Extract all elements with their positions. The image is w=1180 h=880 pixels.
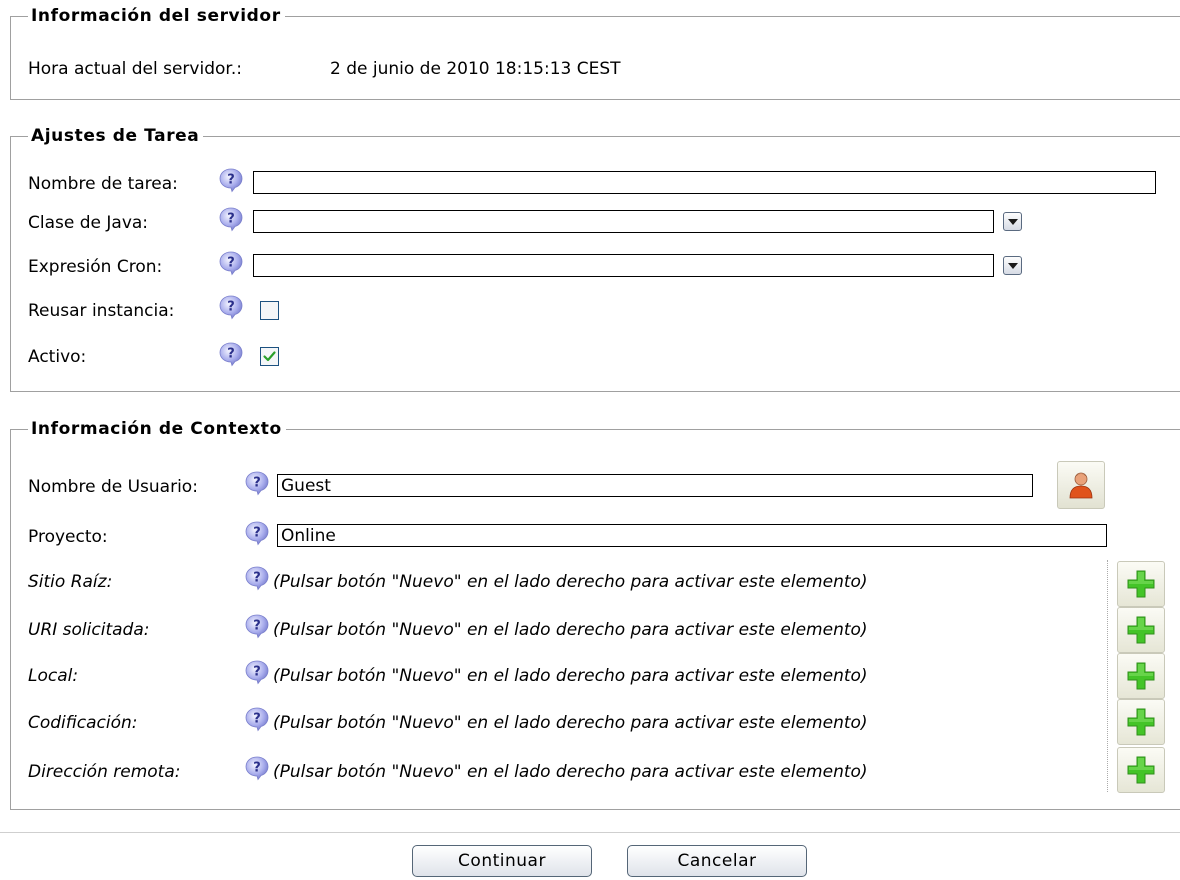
locale-label: Local:	[28, 666, 79, 686]
plus-icon	[1126, 707, 1156, 737]
add-encoding-button[interactable]	[1117, 699, 1165, 745]
root-site-label: Sitio Raíz:	[28, 572, 113, 592]
add-remote-address-button[interactable]	[1117, 747, 1165, 793]
requested-uri-label: URI solicitada:	[28, 620, 150, 640]
select-user-button[interactable]	[1057, 461, 1105, 509]
java-class-dropdown-button[interactable]	[1003, 212, 1022, 231]
locale-hint: (Pulsar botón "Nuevo" en el lado derecho…	[273, 666, 868, 686]
java-class-input[interactable]	[253, 210, 994, 233]
task-settings-legend: Ajustes de Tarea	[20, 125, 204, 147]
task-name-label: Nombre de tarea:	[28, 174, 178, 194]
username-label: Nombre de Usuario:	[28, 477, 198, 497]
help-icon[interactable]	[244, 659, 270, 685]
cron-expression-label: Expresión Cron:	[28, 257, 163, 277]
check-icon	[263, 351, 276, 362]
help-icon[interactable]	[244, 470, 270, 496]
project-input[interactable]	[277, 524, 1107, 547]
requested-uri-hint: (Pulsar botón "Nuevo" en el lado derecho…	[273, 620, 868, 640]
help-icon[interactable]	[244, 565, 270, 591]
user-icon	[1069, 472, 1093, 499]
cron-dropdown-button[interactable]	[1003, 256, 1022, 275]
encoding-hint: (Pulsar botón "Nuevo" en el lado derecho…	[273, 713, 868, 733]
username-input[interactable]	[277, 474, 1033, 497]
cancel-button[interactable]: Cancelar	[627, 845, 807, 877]
active-checkbox[interactable]	[260, 347, 279, 366]
active-label: Activo:	[28, 347, 87, 367]
root-site-hint: (Pulsar botón "Nuevo" en el lado derecho…	[273, 572, 868, 592]
project-label: Proyecto:	[28, 527, 108, 547]
server-time-label: Hora actual del servidor.:	[28, 59, 242, 79]
continue-button[interactable]: Continuar	[412, 845, 592, 877]
server-info-legend: Información del servidor	[21, 5, 285, 27]
help-icon[interactable]	[244, 613, 270, 639]
plus-icon	[1126, 615, 1156, 645]
server-time-value: 2 de junio de 2010 18:15:13 CEST	[330, 59, 621, 79]
chevron-down-icon	[1007, 218, 1018, 225]
task-name-input[interactable]	[253, 171, 1156, 194]
plus-icon	[1126, 661, 1156, 691]
help-icon[interactable]	[218, 341, 244, 367]
help-icon[interactable]	[244, 755, 270, 781]
cron-expression-input[interactable]	[253, 254, 994, 277]
add-locale-button[interactable]	[1117, 653, 1165, 699]
help-icon[interactable]	[218, 294, 244, 320]
help-icon[interactable]	[218, 206, 244, 232]
encoding-label: Codificación:	[28, 713, 138, 733]
remote-address-hint: (Pulsar botón "Nuevo" en el lado derecho…	[273, 762, 868, 782]
context-info-legend: Información de Contexto	[21, 418, 286, 440]
help-icon[interactable]	[218, 250, 244, 276]
reuse-instance-label: Reusar instancia:	[28, 301, 175, 321]
help-icon[interactable]	[244, 706, 270, 732]
add-requested-uri-button[interactable]	[1117, 607, 1165, 653]
footer-divider	[0, 832, 1180, 833]
chevron-down-icon	[1007, 262, 1018, 269]
help-icon[interactable]	[218, 167, 244, 193]
add-root-site-button[interactable]	[1117, 561, 1165, 607]
java-class-label: Clase de Java:	[28, 213, 149, 233]
plus-icon	[1126, 569, 1156, 599]
remote-address-label: Dirección remota:	[28, 762, 181, 782]
reuse-instance-checkbox[interactable]	[260, 301, 279, 320]
plus-icon	[1126, 755, 1156, 785]
help-icon[interactable]	[244, 520, 270, 546]
divider	[1107, 560, 1108, 792]
